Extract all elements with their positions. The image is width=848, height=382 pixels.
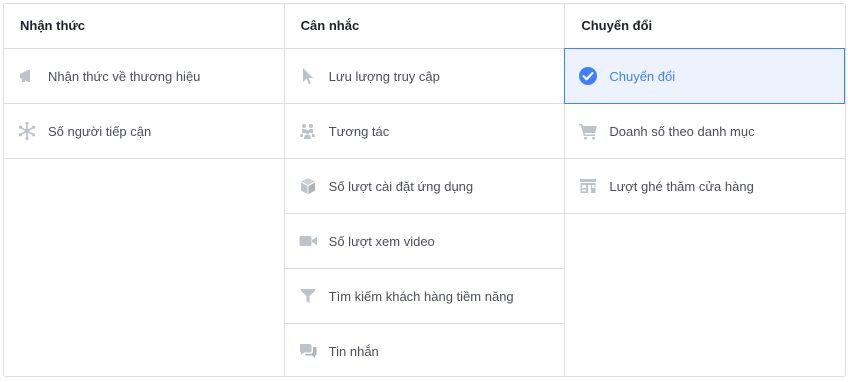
column-title: Nhận thức xyxy=(4,4,284,49)
objective-catalog-sales[interactable]: Doanh số theo danh mục xyxy=(565,104,845,159)
megaphone-icon xyxy=(16,65,38,87)
video-camera-icon xyxy=(297,230,319,252)
objective-label: Số người tiếp cận xyxy=(48,123,152,139)
box-icon xyxy=(297,175,319,197)
objective-messages[interactable]: Tin nhắn xyxy=(285,324,565,376)
column-conversion: Chuyển đổi Chuyển đổi Doanh số theo danh… xyxy=(564,4,845,376)
objective-board: Nhận thức Nhận thức về thương hiệu Số ng… xyxy=(3,3,846,377)
column-consideration: Cân nhắc Lưu lượng truy cập Tương tác Số… xyxy=(283,4,565,376)
cursor-icon xyxy=(297,65,319,87)
objective-app-installs[interactable]: Số lượt cài đặt ứng dụng xyxy=(284,159,565,214)
asterisk-icon xyxy=(16,120,38,142)
storefront-icon xyxy=(577,175,599,197)
funnel-icon xyxy=(297,285,319,307)
column-title: Chuyển đổi xyxy=(565,4,845,49)
chat-bubbles-icon xyxy=(297,340,319,362)
people-icon xyxy=(297,120,319,142)
objective-reach[interactable]: Số người tiếp cận xyxy=(4,104,284,159)
objective-label: Tin nhắn xyxy=(328,343,379,359)
objective-conversions[interactable]: Chuyển đổi xyxy=(564,48,845,104)
shopping-cart-icon xyxy=(577,120,599,142)
objective-video-views[interactable]: Số lượt xem video xyxy=(284,214,565,269)
check-circle-icon xyxy=(577,65,599,87)
objective-label: Doanh số theo danh mục xyxy=(609,123,755,139)
objective-store-visits[interactable]: Lượt ghé thăm cửa hàng xyxy=(565,159,845,214)
column-awareness: Nhận thức Nhận thức về thương hiệu Số ng… xyxy=(4,4,284,376)
objective-label: Lượt ghé thăm cửa hàng xyxy=(609,178,754,194)
objective-label: Số lượt xem video xyxy=(328,233,435,249)
objective-brand-awareness[interactable]: Nhận thức về thương hiệu xyxy=(4,49,284,104)
objective-engagement[interactable]: Tương tác xyxy=(284,104,565,159)
objective-traffic[interactable]: Lưu lượng truy cập xyxy=(284,49,565,104)
objective-label: Nhận thức về thương hiệu xyxy=(48,68,201,84)
objective-label: Tìm kiếm khách hàng tiềm năng xyxy=(328,288,514,304)
objective-label: Số lượt cài đặt ứng dụng xyxy=(328,178,474,194)
objective-label: Tương tác xyxy=(328,123,390,139)
objective-lead-generation[interactable]: Tìm kiếm khách hàng tiềm năng xyxy=(284,269,565,324)
objective-label: Chuyển đổi xyxy=(609,68,676,84)
column-title: Cân nhắc xyxy=(284,4,565,49)
objective-label: Lưu lượng truy cập xyxy=(328,68,440,84)
